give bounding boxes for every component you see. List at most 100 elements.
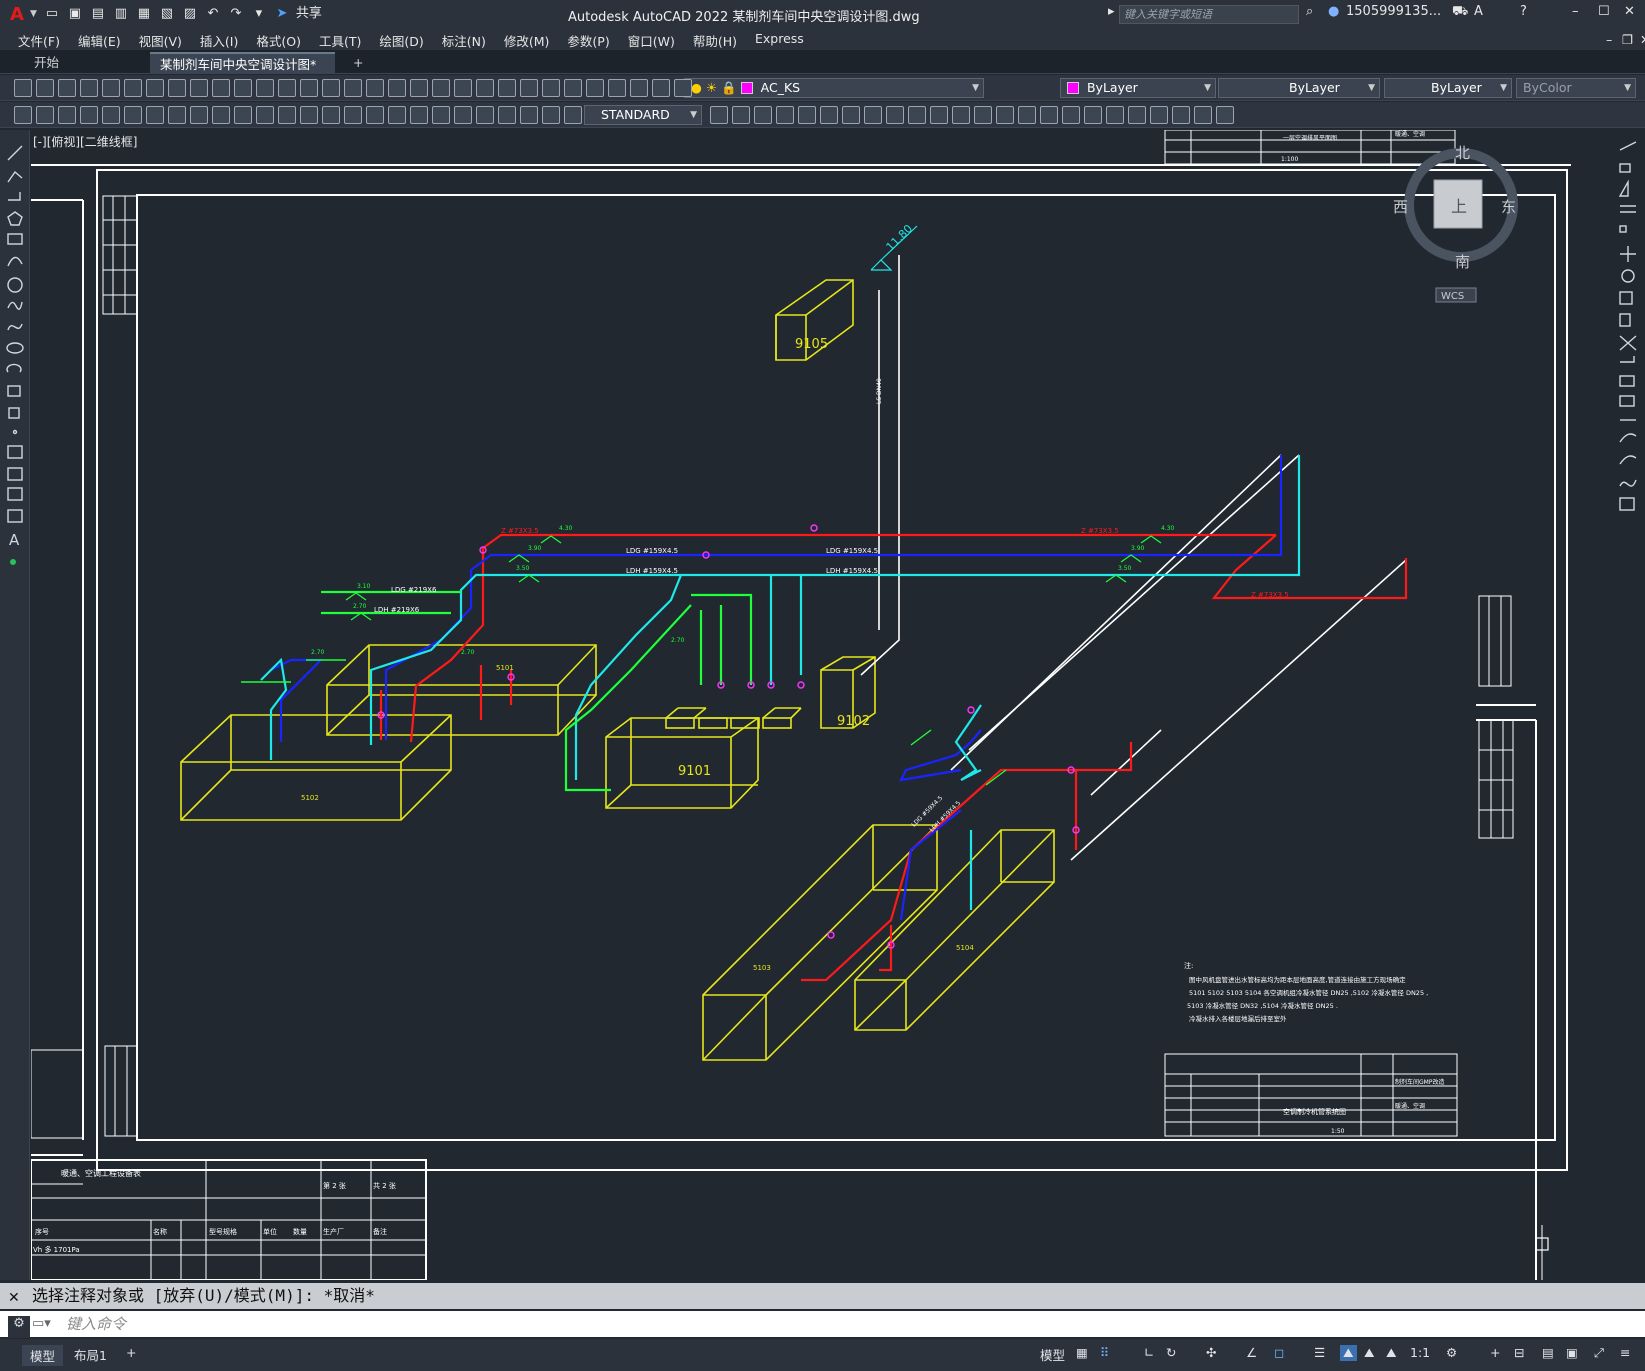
search-arrow-icon[interactable]: ▸ xyxy=(1108,4,1115,19)
grid-icon[interactable]: ▦ xyxy=(1076,1345,1088,1360)
annotation-scale-icon[interactable]: ⛰ xyxy=(1386,1345,1397,1361)
standard-tool-icon-5[interactable] xyxy=(124,79,142,97)
snap-icon[interactable]: ⠿ xyxy=(1100,1345,1109,1360)
dimension-tool-icon-10[interactable] xyxy=(234,106,252,124)
menu-window[interactable]: 窗口(W) xyxy=(628,28,675,50)
plotstyle-dropdown[interactable]: ByColor ▼ xyxy=(1516,78,1636,98)
dimension-tool-icon-20[interactable] xyxy=(454,106,472,124)
modify-tool-icon-11[interactable] xyxy=(952,106,970,124)
auto-scale-icon[interactable]: ⛰ xyxy=(1364,1345,1375,1361)
dimension-tool-icon-13[interactable] xyxy=(300,106,318,124)
dimension-tool-icon-0[interactable] xyxy=(14,106,32,124)
dimension-tool-icon-15[interactable] xyxy=(344,106,362,124)
standard-tool-icon-28[interactable] xyxy=(630,79,648,97)
menu-tools[interactable]: 工具(T) xyxy=(319,28,361,50)
command-prompt-icon[interactable]: ▭▾ xyxy=(32,1316,51,1331)
dimension-tool-icon-25[interactable] xyxy=(564,106,582,124)
app-menu-dropdown-icon[interactable]: ▼ xyxy=(30,9,37,19)
modify-tool-icon-9[interactable] xyxy=(908,106,926,124)
dimension-tool-icon-14[interactable] xyxy=(322,106,340,124)
standard-tool-icon-13[interactable] xyxy=(300,79,318,97)
dimension-tool-icon-12[interactable] xyxy=(278,106,296,124)
save-as-icon[interactable]: ▥ xyxy=(112,5,130,23)
standard-tool-icon-29[interactable] xyxy=(652,79,670,97)
help-icon[interactable]: ? xyxy=(1520,4,1527,19)
osnap-icon[interactable]: ✣ xyxy=(1206,1345,1216,1360)
minimize-icon[interactable]: – xyxy=(1572,4,1579,19)
standard-tool-icon-23[interactable] xyxy=(520,79,538,97)
ortho-icon[interactable]: ∟ xyxy=(1144,1345,1154,1360)
standard-tool-icon-0[interactable] xyxy=(14,79,32,97)
modify-tool-icon-14[interactable] xyxy=(1018,106,1036,124)
menu-express[interactable]: Express xyxy=(755,28,804,50)
modify-tool-icon-18[interactable] xyxy=(1106,106,1124,124)
model-space-button[interactable]: 模型 xyxy=(1040,1345,1065,1364)
modify-tool-icon-5[interactable] xyxy=(820,106,838,124)
standard-tool-icon-15[interactable] xyxy=(344,79,362,97)
layer-dropdown[interactable]: ● ☀ 🔒 AC_KS ▼ xyxy=(684,78,984,98)
standard-tool-icon-9[interactable] xyxy=(212,79,230,97)
quick-properties-icon[interactable]: ▤ xyxy=(1542,1345,1554,1360)
standard-tool-icon-26[interactable] xyxy=(586,79,604,97)
customize-qa-icon[interactable]: ▾ xyxy=(250,5,268,23)
dimension-tool-icon-5[interactable] xyxy=(124,106,142,124)
annotation-visibility-icon[interactable]: ⛰ xyxy=(1340,1345,1357,1361)
doc-close-icon[interactable]: ✕ xyxy=(1640,29,1645,47)
modify-tool-icon-23[interactable] xyxy=(1216,106,1234,124)
polar-icon[interactable]: ↻ xyxy=(1166,1345,1176,1360)
drawing-canvas[interactable]: [-][俯视][二维线框] 9105 9102 9101 5101 5102 5… xyxy=(31,130,1612,1280)
modify-tool-icon-0[interactable] xyxy=(710,106,728,124)
search-icon[interactable]: ⌕ xyxy=(1306,4,1313,19)
selection-cycling-icon[interactable]: ◻ xyxy=(1274,1345,1284,1360)
standard-tool-icon-22[interactable] xyxy=(498,79,516,97)
dimension-tool-icon-16[interactable] xyxy=(366,106,384,124)
menu-draw[interactable]: 绘图(D) xyxy=(379,28,423,50)
modify-tool-icon-4[interactable] xyxy=(798,106,816,124)
tab-start[interactable]: 开始 xyxy=(0,52,148,74)
customization-menu-icon[interactable]: ≡ xyxy=(1620,1345,1630,1360)
dimension-tool-icon-9[interactable] xyxy=(212,106,230,124)
tab-drawing[interactable]: 某制剂车间中央空调设计图* ✕ xyxy=(150,52,335,94)
dimension-tool-icon-23[interactable] xyxy=(520,106,538,124)
standard-tool-icon-19[interactable] xyxy=(432,79,450,97)
dimension-tool-icon-6[interactable] xyxy=(146,106,164,124)
save-icon[interactable]: ▤ xyxy=(89,5,107,23)
tab-model[interactable]: 模型 xyxy=(22,1345,64,1366)
user-icon[interactable]: ● xyxy=(1328,4,1339,19)
modify-tool-icon-19[interactable] xyxy=(1128,106,1146,124)
share-label[interactable]: 共享 xyxy=(296,5,322,23)
help-search-input[interactable]: 键入关键字或短语 xyxy=(1119,5,1299,24)
dimension-tool-icon-21[interactable] xyxy=(476,106,494,124)
standard-tool-icon-4[interactable] xyxy=(102,79,120,97)
modify-tool-icon-15[interactable] xyxy=(1040,106,1058,124)
standard-tool-icon-2[interactable] xyxy=(58,79,76,97)
modify-tool-icon-13[interactable] xyxy=(996,106,1014,124)
modify-tool-icon-6[interactable] xyxy=(842,106,860,124)
share-icon[interactable]: ➤ xyxy=(273,5,291,23)
standard-tool-icon-3[interactable] xyxy=(80,79,98,97)
standard-tool-icon-7[interactable] xyxy=(168,79,186,97)
menu-parameters[interactable]: 参数(P) xyxy=(567,28,609,50)
dimension-tool-icon-8[interactable] xyxy=(190,106,208,124)
standard-tool-icon-14[interactable] xyxy=(322,79,340,97)
modify-tool-icon-2[interactable] xyxy=(754,106,772,124)
menu-modify[interactable]: 修改(M) xyxy=(504,28,550,50)
linetype-dropdown[interactable]: ByLayer ▼ xyxy=(1218,78,1380,98)
standard-tool-icon-1[interactable] xyxy=(36,79,54,97)
undo-icon[interactable]: ↶ xyxy=(204,5,222,23)
isolate-icon[interactable]: ▣ xyxy=(1566,1345,1578,1360)
scale-value[interactable]: 1:1 xyxy=(1410,1345,1430,1360)
standard-tool-icon-8[interactable] xyxy=(190,79,208,97)
standard-tool-icon-12[interactable] xyxy=(278,79,296,97)
lineweight-dropdown[interactable]: ByLayer ▼ xyxy=(1384,78,1512,98)
dimension-tool-icon-2[interactable] xyxy=(58,106,76,124)
menu-view[interactable]: 视图(V) xyxy=(139,28,182,50)
dimension-tool-icon-22[interactable] xyxy=(498,106,516,124)
dimension-tool-icon-7[interactable] xyxy=(168,106,186,124)
command-input[interactable]: 键入命令 xyxy=(0,1311,1645,1337)
modify-tool-icon-17[interactable] xyxy=(1084,106,1102,124)
units-icon[interactable]: ⊟ xyxy=(1514,1345,1524,1360)
modify-tool-icon-12[interactable] xyxy=(974,106,992,124)
modify-tool-icon-21[interactable] xyxy=(1172,106,1190,124)
dimension-tool-icon-18[interactable] xyxy=(410,106,428,124)
